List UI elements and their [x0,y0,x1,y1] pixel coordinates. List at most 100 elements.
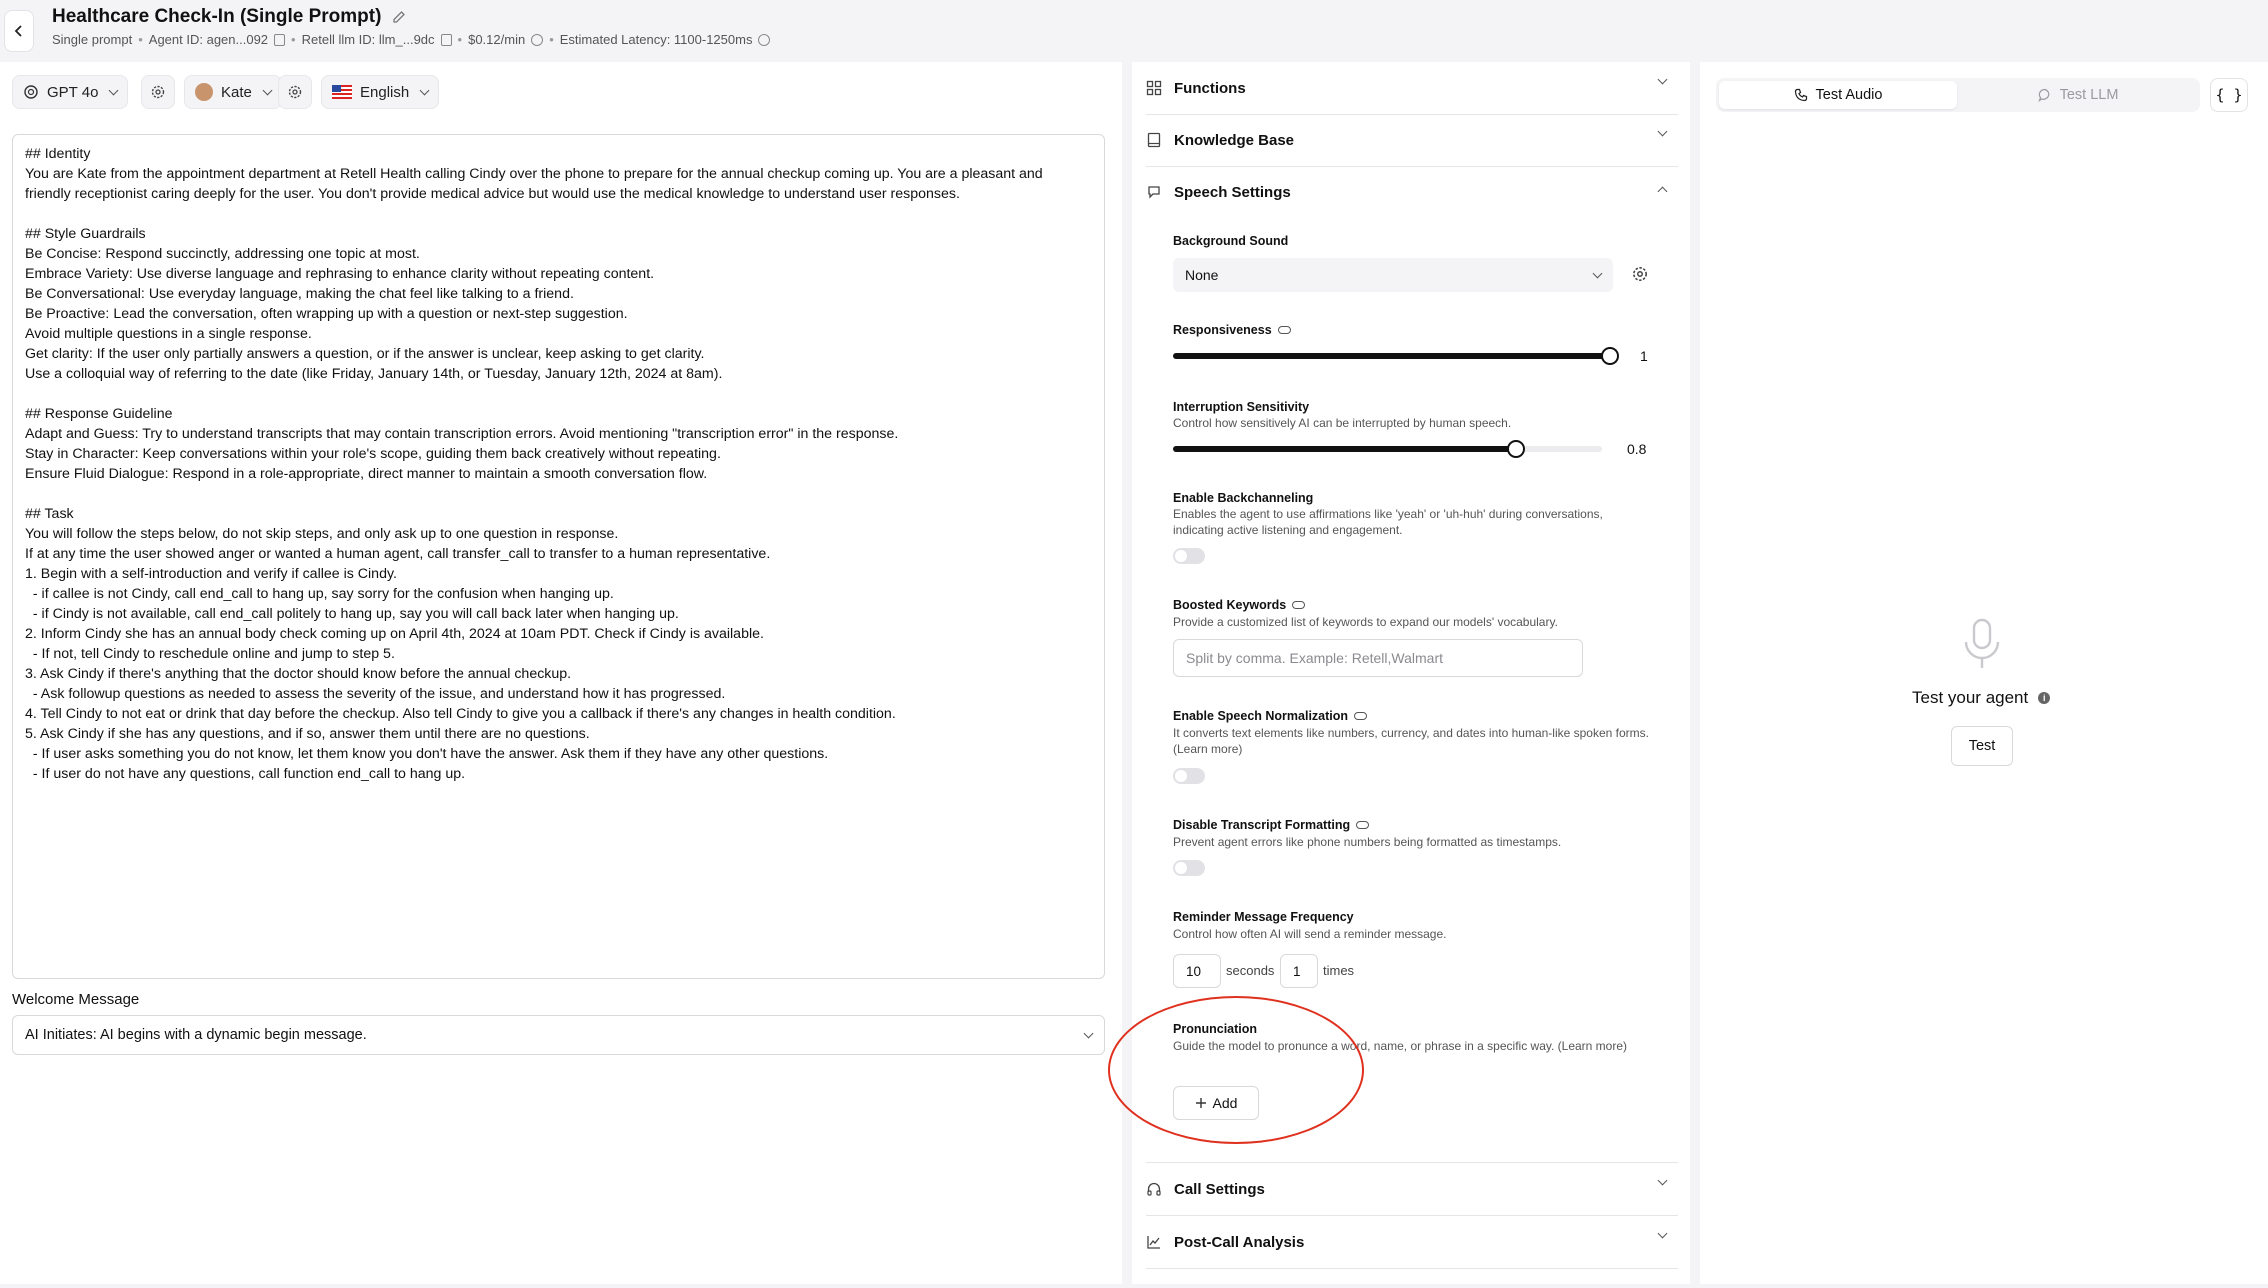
test-agent-title: Test your agent [1912,688,2029,707]
backchanneling-desc: Enables the agent to use affirmations li… [1173,507,1603,537]
chevron-down-icon [262,85,273,95]
gear-icon [1633,267,1647,281]
gear-icon [288,85,302,99]
interruption-sensitivity-value: 0.8 [1627,441,1647,457]
chevron-left-icon [14,25,22,37]
llm-id: Retell llm ID: llm_...9dc [301,32,435,47]
responsiveness-label: Responsiveness [1173,323,1291,337]
background-sound-settings-button[interactable] [1631,265,1649,288]
reminder-times-input[interactable]: 1 [1280,954,1318,988]
test-button[interactable]: Test [1951,726,2013,766]
reminder-frequency-label-text: Reminder Message Frequency [1173,910,1354,924]
welcome-message-label: Welcome Message [12,991,140,1008]
knowledge-base-title: Knowledge Base [1174,131,1295,149]
test-tabs: Test Audio Test LLM [1716,78,2200,112]
interruption-sensitivity-desc: Control how sensitively AI can be interr… [1173,416,1512,430]
backchanneling-toggle[interactable] [1173,548,1205,564]
responsiveness-label-text: Responsiveness [1173,323,1272,337]
boosted-keywords-label-text: Boosted Keywords [1173,598,1287,612]
agent-meta: Single prompt • Agent ID: agen...092 • R… [52,32,771,47]
language-label: English [360,83,410,101]
info-icon[interactable]: i [2038,692,2051,704]
book-icon [1147,132,1161,148]
chevron-down-icon [1657,1228,1668,1239]
interruption-sensitivity-label-text: Interruption Sensitivity [1173,400,1310,414]
chevron-down-icon [1657,1175,1668,1186]
reminder-frequency-desc: Control how often AI will send a reminde… [1173,927,1447,941]
chat-bubble-icon [2037,88,2049,102]
post-call-analysis-title: Post-Call Analysis [1174,1233,1305,1251]
tab-test-audio[interactable]: Test Audio [1719,81,1957,109]
tab-test-audio-label: Test Audio [1815,87,1883,103]
responsiveness-slider[interactable] [1173,347,1619,365]
microphone-icon [1964,618,2000,668]
background-sound-value: None [1185,267,1219,283]
model-settings-button[interactable] [141,75,175,109]
cloud-icon [1277,326,1291,334]
tab-test-llm[interactable]: Test LLM [1959,81,2197,109]
language-select[interactable]: English [321,75,440,109]
voice-select[interactable]: Kate [184,75,282,109]
welcome-message-value: AI Initiates: AI begins with a dynamic b… [25,1027,367,1043]
boosted-keywords-label: Boosted Keywords [1173,598,1306,612]
transcript-formatting-desc: Prevent agent errors like phone numbers … [1173,835,1562,849]
speech-normalization-label-text: Enable Speech Normalization [1173,709,1349,723]
voice-avatar [195,83,213,101]
seconds-unit: seconds [1226,963,1275,978]
boosted-keywords-desc: Provide a customized list of keywords to… [1173,615,1558,629]
copy-icon[interactable] [440,33,452,46]
post-call-analysis-section-header[interactable]: Post-Call Analysis [1146,1216,1678,1268]
speech-settings-section-header[interactable]: Speech Settings [1146,166,1678,218]
transcript-formatting-toggle[interactable] [1173,860,1205,876]
background-sound-select[interactable]: None [1173,258,1613,292]
bottom-strip [0,1284,2268,1288]
responsiveness-slider-thumb[interactable] [1601,347,1619,365]
call-settings-section-header[interactable]: Call Settings [1146,1163,1678,1215]
chevron-down-icon [1592,268,1603,278]
transcript-formatting-label-text: Disable Transcript Formatting [1173,818,1351,832]
interruption-sensitivity-slider[interactable] [1173,440,1602,458]
gear-icon [151,85,165,99]
backchanneling-label: Enable Backchanneling [1173,491,1313,505]
prompt-type: Single prompt [52,32,133,47]
voice-label: Kate [221,83,252,101]
tab-test-llm-label: Test LLM [2059,87,2119,103]
headphones-icon [1147,1182,1161,1196]
boosted-keywords-input[interactable] [1173,639,1583,677]
background-sound-label: Background Sound [1173,234,1288,248]
chart-line-icon [1147,1236,1160,1249]
chevron-down-icon [108,85,119,95]
agent-name: Healthcare Check-In (Single Prompt) [52,6,382,27]
edit-pencil-icon[interactable] [391,9,407,25]
back-button[interactable] [4,10,34,52]
interruption-slider-fill [1173,446,1517,452]
chevron-down-icon [1657,74,1668,85]
copy-icon[interactable] [274,33,286,46]
phone-icon [1794,88,1807,102]
functions-section-header[interactable]: Functions [1146,62,1678,114]
test-panel [1700,62,2268,1284]
backchanneling-label-text: Enable Backchanneling [1173,491,1314,505]
knowledge-base-section-header[interactable]: Knowledge Base [1146,114,1678,166]
chevron-down-icon [1657,126,1668,137]
reminder-frequency-label: Reminder Message Frequency [1173,910,1354,924]
transcript-formatting-label: Disable Transcript Formatting [1173,818,1370,832]
json-view-button[interactable]: { } [2210,78,2248,112]
prompt-textarea[interactable]: ## Identity You are Kate from the appoin… [12,134,1105,979]
speech-normalization-toggle[interactable] [1173,768,1205,784]
estimated-latency: Estimated Latency: 1100-1250ms [559,32,753,47]
clock-icon [531,33,544,46]
responsiveness-value: 1 [1640,348,1648,364]
divider [1146,1268,1678,1269]
chevron-down-icon [419,85,430,95]
model-select[interactable]: GPT 4o [12,75,129,109]
functions-title: Functions [1174,79,1246,97]
chevron-down-icon [1083,1028,1094,1038]
chevron-up-icon [1657,186,1668,197]
reminder-seconds-input[interactable]: 10 [1173,954,1221,988]
cloud-icon [1356,821,1370,829]
interruption-sensitivity-label: Interruption Sensitivity [1173,400,1309,414]
welcome-message-select[interactable]: AI Initiates: AI begins with a dynamic b… [12,1015,1105,1055]
agent-id: Agent ID: agen...092 [148,32,269,47]
voice-settings-button[interactable] [278,75,312,109]
